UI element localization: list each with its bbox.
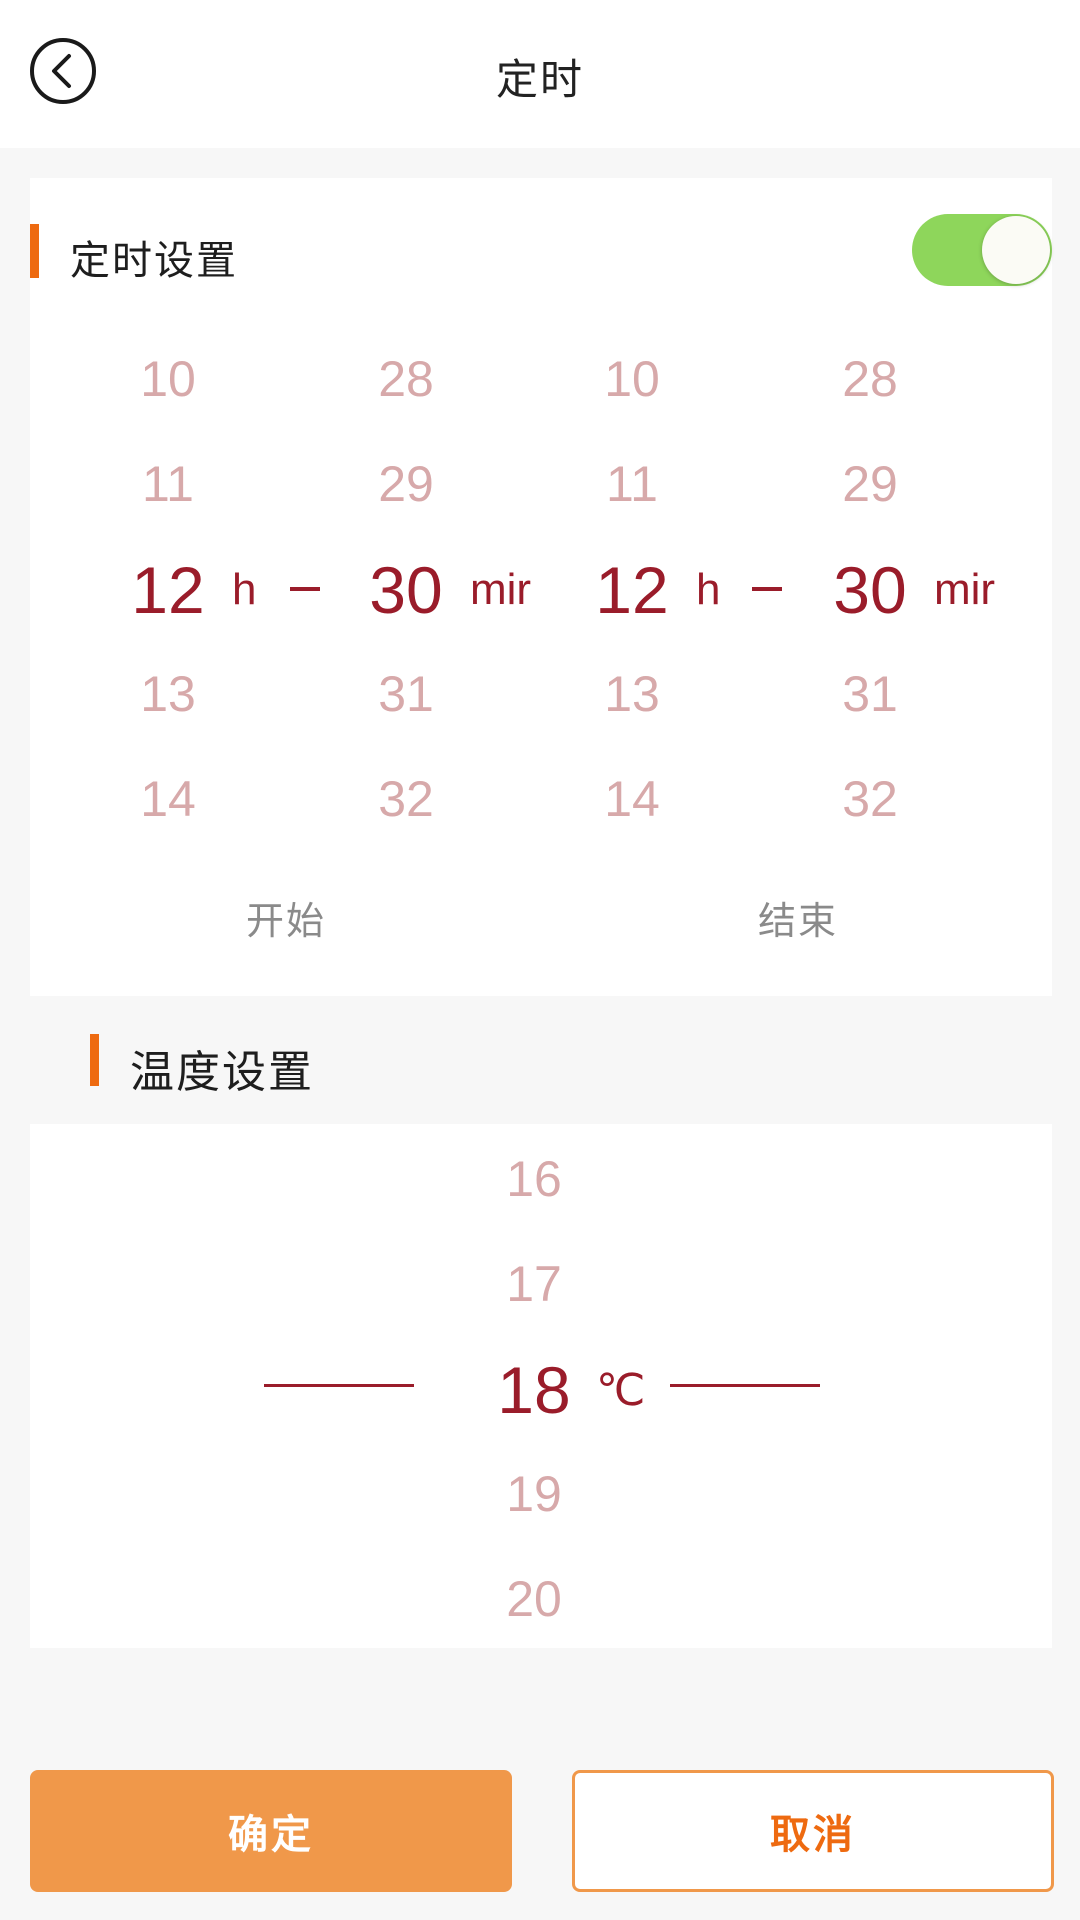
wheel-selected-item[interactable]: 12: [98, 552, 238, 628]
wheel-item[interactable]: 28: [810, 350, 930, 408]
end-label: 结束: [757, 901, 839, 943]
temperature-unit: ℃: [596, 1366, 646, 1415]
separator-dash: [290, 587, 320, 591]
wheel-item[interactable]: 10: [572, 350, 692, 408]
wheel-selected-item[interactable]: 30: [800, 552, 940, 628]
page-title: 定时: [495, 56, 584, 103]
wheel-item[interactable]: 32: [810, 770, 930, 828]
wheel-selected-item[interactable]: 18: [464, 1352, 604, 1428]
selection-line-right: [670, 1384, 820, 1387]
section-accent-bar: [30, 224, 39, 278]
wheel-item[interactable]: 11: [572, 455, 692, 513]
minute-unit: mir: [934, 565, 996, 614]
wheel-selected-item[interactable]: 30: [336, 552, 476, 628]
wheel-item[interactable]: 32: [346, 770, 466, 828]
wheel-item[interactable]: 10: [108, 350, 228, 408]
section-accent-bar: [90, 1034, 99, 1086]
wheel-selected-item[interactable]: 12: [562, 552, 702, 628]
wheel-item[interactable]: 14: [108, 770, 228, 828]
temperature-section-title: 温度设置: [130, 1048, 314, 1097]
minute-unit: mir: [470, 565, 532, 614]
wheel-item[interactable]: 28: [346, 350, 466, 408]
wheel-item[interactable]: 14: [572, 770, 692, 828]
wheel-item[interactable]: 31: [810, 665, 930, 723]
wheel-item[interactable]: 13: [572, 665, 692, 723]
wheel-item[interactable]: 16: [474, 1150, 594, 1208]
cancel-button[interactable]: 取消: [572, 1770, 1054, 1892]
wheel-item[interactable]: 17: [474, 1255, 594, 1313]
wheel-item[interactable]: 20: [474, 1570, 594, 1628]
selection-line-left: [264, 1384, 414, 1387]
timer-toggle[interactable]: [912, 214, 1052, 286]
wheel-item[interactable]: 29: [810, 455, 930, 513]
separator-dash: [752, 587, 782, 591]
toggle-knob: [982, 216, 1050, 284]
hour-unit: h: [696, 565, 721, 614]
wheel-item[interactable]: 13: [108, 665, 228, 723]
wheel-item[interactable]: 29: [346, 455, 466, 513]
wheel-item[interactable]: 31: [346, 665, 466, 723]
hour-unit: h: [232, 565, 257, 614]
wheel-item[interactable]: 11: [108, 455, 228, 513]
start-label: 开始: [245, 901, 327, 943]
confirm-button[interactable]: 确定: [30, 1770, 512, 1892]
timer-section-title: 定时设置: [70, 239, 238, 283]
header: 定时: [0, 0, 1080, 148]
wheel-item[interactable]: 19: [474, 1465, 594, 1523]
